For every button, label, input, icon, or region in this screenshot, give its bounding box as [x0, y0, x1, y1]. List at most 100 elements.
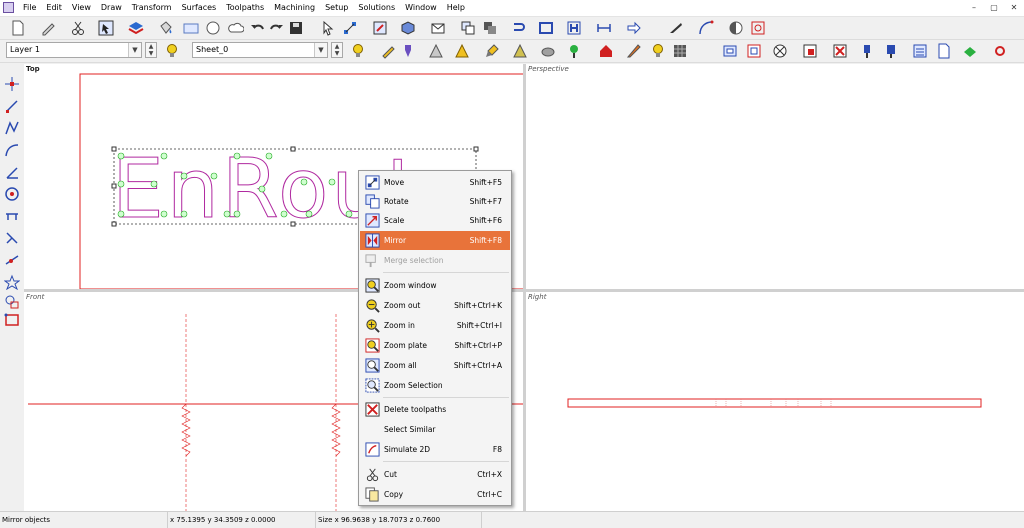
knife-red-icon[interactable]: [626, 43, 642, 59]
green-arrow-icon[interactable]: [962, 43, 978, 59]
node-edit-icon[interactable]: [342, 20, 358, 36]
viewport-splitter-horizontal[interactable]: [24, 289, 1024, 292]
sheet-spinner[interactable]: ▲ ▼: [331, 42, 343, 58]
arc-tool-icon[interactable]: [4, 142, 20, 158]
redo-icon[interactable]: [268, 20, 284, 36]
rectangle-tool-icon[interactable]: [4, 312, 20, 328]
viewport-splitter-vertical[interactable]: [523, 64, 526, 511]
scissors-icon[interactable]: [70, 20, 86, 36]
machine-icon[interactable]: [884, 43, 900, 59]
cancel-circle-icon[interactable]: [772, 43, 788, 59]
pin-icon[interactable]: [566, 43, 582, 59]
delete-toolpaths-icon[interactable]: [832, 43, 848, 59]
menu-item-rotate[interactable]: Rotate Shift+F7: [360, 192, 510, 211]
selection-box-icon[interactable]: [183, 20, 199, 36]
restore-button[interactable]: ▢: [988, 2, 1000, 13]
menu-view[interactable]: View: [67, 0, 96, 16]
select-window-icon[interactable]: [98, 20, 114, 36]
knife-icon[interactable]: [668, 20, 684, 36]
document-icon[interactable]: [936, 43, 952, 59]
menu-item-zoom-in[interactable]: Zoom in Shift+Ctrl+I: [360, 316, 510, 335]
fill-bucket-icon[interactable]: [158, 20, 174, 36]
menu-item-zoom-plate[interactable]: Zoom plate Shift+Ctrl+P: [360, 336, 510, 355]
transform-icon[interactable]: [372, 20, 388, 36]
pen-yellow-icon[interactable]: [380, 43, 396, 59]
rectangle-tool-icon[interactable]: [538, 20, 554, 36]
rock-icon[interactable]: [540, 43, 556, 59]
combine-icon[interactable]: [460, 20, 476, 36]
menu-window[interactable]: Window: [400, 0, 442, 16]
texture-icon[interactable]: [672, 43, 688, 59]
house-icon[interactable]: [598, 43, 614, 59]
menu-item-move[interactable]: Move Shift+F5: [360, 173, 510, 192]
menu-item-simulate-2d[interactable]: Simulate 2D F8: [360, 440, 510, 459]
menu-item-mirror[interactable]: Mirror Shift+F8: [360, 231, 510, 250]
cloud-icon[interactable]: [228, 20, 244, 36]
new-file-icon[interactable]: [10, 20, 26, 36]
settings-red-icon[interactable]: [992, 43, 1008, 59]
sheet-combo[interactable]: Sheet_0 ▼: [192, 42, 328, 58]
star-tool-icon[interactable]: [4, 274, 20, 290]
menu-draw[interactable]: Draw: [96, 0, 127, 16]
curve-icon[interactable]: [698, 20, 714, 36]
menu-setup[interactable]: Setup: [320, 0, 353, 16]
line-tool-icon[interactable]: [4, 98, 20, 114]
close-button[interactable]: ✕: [1008, 2, 1020, 13]
menu-item-zoom-selection[interactable]: Zoom Selection: [360, 376, 510, 395]
nest-icon[interactable]: [802, 43, 818, 59]
pointer-icon[interactable]: [320, 20, 336, 36]
circle-tool-icon[interactable]: [4, 186, 20, 202]
shapes-tool-icon[interactable]: [4, 294, 20, 310]
point-tool-icon[interactable]: [4, 76, 20, 92]
lightbulb-icon[interactable]: [164, 43, 180, 59]
bulb-icon[interactable]: [650, 43, 666, 59]
menu-item-select-similar[interactable]: Select Similar: [360, 420, 510, 439]
menu-solutions[interactable]: Solutions: [353, 0, 400, 16]
layer-spinner[interactable]: ▲ ▼: [145, 42, 157, 58]
lightbulb-icon[interactable]: [350, 43, 366, 59]
layers-icon[interactable]: [128, 20, 144, 36]
viewport-perspective[interactable]: Perspective: [526, 64, 1024, 289]
layer-combo[interactable]: Layer 1 ▼: [6, 42, 142, 58]
menu-help[interactable]: Help: [442, 0, 470, 16]
viewport-right[interactable]: Right: [526, 292, 1024, 511]
menu-item-scale[interactable]: Scale Shift+F6: [360, 211, 510, 230]
menu-item-zoom-all[interactable]: Zoom all Shift+Ctrl+A: [360, 356, 510, 375]
menu-item-zoom-window[interactable]: Zoom window: [360, 276, 510, 295]
tool-icon[interactable]: [400, 43, 416, 59]
arrow-right-icon[interactable]: [626, 20, 642, 36]
extrude-icon[interactable]: [400, 20, 416, 36]
hook-icon[interactable]: [510, 20, 526, 36]
menu-transform[interactable]: Transform: [127, 0, 177, 16]
weld-icon[interactable]: [482, 20, 498, 36]
menu-item-copy[interactable]: Copy Ctrl+C: [360, 485, 510, 504]
menu-file[interactable]: File: [18, 0, 41, 16]
pyramid-icon[interactable]: [428, 43, 444, 59]
offset-icon[interactable]: [750, 20, 766, 36]
angle-tool-icon[interactable]: [4, 164, 20, 180]
circle-tool-icon[interactable]: [205, 20, 221, 36]
save-icon[interactable]: [288, 20, 304, 36]
menu-toolpaths[interactable]: Toolpaths: [221, 0, 269, 16]
envelope-icon[interactable]: [430, 20, 446, 36]
menu-surfaces[interactable]: Surfaces: [177, 0, 222, 16]
pencil-icon[interactable]: [40, 20, 56, 36]
half-circle-icon[interactable]: [728, 20, 744, 36]
menu-item-cut[interactable]: Cut Ctrl+X: [360, 465, 510, 484]
h-tool-icon[interactable]: [566, 20, 582, 36]
frame-icon[interactable]: [746, 43, 762, 59]
bevel-icon[interactable]: [512, 43, 528, 59]
menu-item-delete-toolpaths[interactable]: Delete toolpaths: [360, 400, 510, 419]
menu-machining[interactable]: Machining: [269, 0, 320, 16]
menu-edit[interactable]: Edit: [41, 0, 67, 16]
menu-item-zoom-out[interactable]: Zoom out Shift+Ctrl+K: [360, 296, 510, 315]
app-icon[interactable]: [3, 2, 14, 13]
undo-icon[interactable]: [250, 20, 266, 36]
panel-icon[interactable]: [722, 43, 738, 59]
dimension-icon[interactable]: [596, 20, 612, 36]
extend-tool-icon[interactable]: [4, 252, 20, 268]
drill-icon[interactable]: [860, 43, 876, 59]
toolpath-list-icon[interactable]: [912, 43, 928, 59]
brush-icon[interactable]: [484, 43, 500, 59]
minimize-button[interactable]: –: [968, 2, 980, 13]
